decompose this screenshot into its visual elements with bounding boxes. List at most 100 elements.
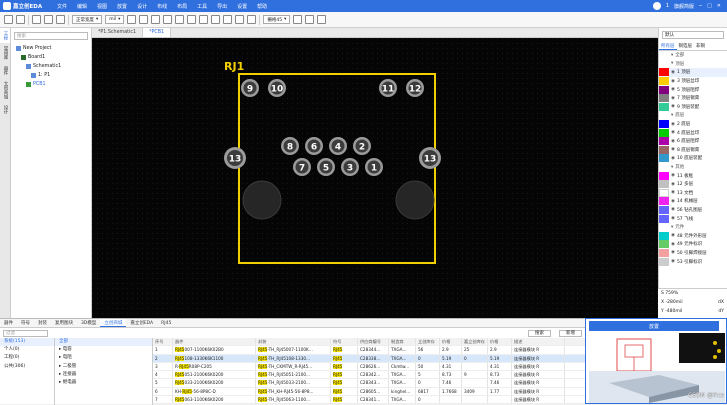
layer-color-swatch[interactable]: [659, 223, 669, 231]
pad[interactable]: 11: [379, 79, 397, 97]
doc-tab-1[interactable]: *PCB1: [143, 28, 172, 37]
table-row[interactable]: 4 RJ45051-2100K6K0200 RJ45-TH_RJ45051-2100…: [153, 371, 585, 380]
library-tab-2[interactable]: 封装: [34, 319, 51, 327]
edition-label[interactable]: 旗舰简版: [674, 3, 694, 10]
collapse-icon[interactable]: ▾: [671, 225, 673, 230]
left-tab-4[interactable]: 设计: [0, 102, 10, 117]
eye-icon[interactable]: ◉: [671, 233, 675, 238]
pad[interactable]: 4: [329, 137, 347, 155]
library-tab-3[interactable]: 复用图块: [51, 319, 77, 327]
place-button[interactable]: 放置: [589, 321, 719, 331]
copper-area-icon[interactable]: [223, 15, 233, 24]
layer-row[interactable]: ◉ 3 顶层丝印: [659, 77, 727, 86]
eye-icon[interactable]: ◉: [671, 242, 675, 247]
layer-group[interactable]: ▾ 其他: [659, 163, 727, 172]
eye-icon[interactable]: ◉: [671, 182, 675, 187]
dimension-icon[interactable]: [211, 15, 221, 24]
doc-tab-0[interactable]: *P1.Schematic1: [92, 28, 144, 37]
close-icon[interactable]: ✕: [717, 3, 721, 9]
layer-row[interactable]: ◉ 6 底层阻焊: [659, 137, 727, 146]
tree-item[interactable]: Schematic1: [11, 62, 91, 71]
library-source-item[interactable]: 系统(153): [0, 338, 54, 347]
mounting-hole[interactable]: [395, 180, 435, 220]
select-icon[interactable]: [56, 15, 65, 24]
eye-icon[interactable]: ◉: [671, 190, 675, 195]
library-tab-7[interactable]: RJ45: [157, 319, 175, 327]
menu-item-0[interactable]: 文件: [52, 3, 72, 10]
eye-icon[interactable]: ◉: [671, 156, 675, 161]
settings-icon[interactable]: [317, 15, 327, 24]
collapse-icon[interactable]: ▾: [671, 113, 673, 118]
layer-row[interactable]: ◉ 49 元件标识: [659, 240, 727, 249]
library-filter-input[interactable]: 过滤: [3, 329, 48, 337]
table-row[interactable]: 1 RJ45007-1100K6K02B0 RJ45-TH_RJ45007-1100…: [153, 346, 585, 355]
table-header-cell[interactable]: 嘉立创库存: [462, 338, 488, 346]
route-icon[interactable]: [127, 15, 137, 24]
layer-group[interactable]: ▾ 顶层: [659, 60, 727, 69]
rectangle-icon[interactable]: [187, 15, 197, 24]
tree-item[interactable]: New Project: [11, 44, 91, 53]
table-row[interactable]: 6 KH-RJ45-56-8P8C-D RJ45-TH_KH-RJ45-56-8P8…: [153, 387, 585, 397]
menu-item-3[interactable]: 放置: [112, 3, 132, 10]
library-tab-4[interactable]: 3D模型: [77, 319, 100, 327]
grid-select[interactable]: 栅格45 ▾: [263, 15, 291, 24]
menu-item-2[interactable]: 视图: [92, 3, 112, 10]
pad[interactable]: 8: [281, 137, 299, 155]
maximize-icon[interactable]: □: [707, 3, 712, 9]
library-source-item[interactable]: 个人(0): [0, 346, 54, 354]
undo-icon[interactable]: [32, 15, 41, 24]
save-icon[interactable]: [16, 15, 25, 24]
eye-icon[interactable]: ◉: [671, 130, 675, 135]
layer-color-swatch[interactable]: [659, 248, 669, 257]
layer-row[interactable]: ◉ 13 文档: [659, 188, 727, 198]
layer-row[interactable]: ◉ 2 底层: [659, 120, 727, 129]
drc-icon[interactable]: [293, 15, 303, 24]
eye-icon[interactable]: ◉: [671, 139, 675, 144]
menu-item-4[interactable]: 设计: [132, 3, 152, 10]
measure-icon[interactable]: [247, 15, 257, 24]
library-tab-0[interactable]: 器件: [0, 319, 17, 327]
layer-row[interactable]: ◉ 57 飞线: [659, 214, 727, 223]
pad[interactable]: 10: [268, 79, 286, 97]
layer-group[interactable]: ▾ 全部: [659, 51, 727, 60]
layer-color-swatch[interactable]: [659, 163, 669, 171]
library-category-item[interactable]: ▸ 继电器: [55, 379, 152, 387]
layer-row[interactable]: ◉ 10 底层装配: [659, 154, 727, 163]
layer-preset-select[interactable]: 默认: [662, 31, 724, 39]
library-tab-6[interactable]: 嘉立创EDA: [126, 319, 157, 327]
layer-tab-1[interactable]: 铜箔层: [677, 42, 695, 50]
library-source-item[interactable]: 公共(306): [0, 363, 54, 371]
layer-row[interactable]: ◉ 5 顶层阻焊: [659, 85, 727, 94]
pad[interactable]: 3: [341, 158, 359, 176]
pad[interactable]: 7: [293, 158, 311, 176]
table-header-cell[interactable]: 供应商编号: [358, 338, 389, 346]
layer-row[interactable]: ◉ 14 机械层: [659, 197, 727, 206]
layer-row[interactable]: ◉ 53 引脚标识: [659, 257, 727, 266]
eye-icon[interactable]: ◉: [671, 250, 675, 255]
minimize-icon[interactable]: ─: [699, 3, 702, 9]
layer-color-swatch[interactable]: [659, 60, 669, 68]
layer-color-swatch[interactable]: [659, 137, 669, 146]
table-header-cell[interactable]: 价格: [488, 338, 512, 346]
layer-row[interactable]: ◉ 12 多层: [659, 180, 727, 189]
search-button[interactable]: 搜索: [528, 329, 551, 337]
eye-icon[interactable]: ◉: [671, 96, 675, 101]
table-header-cell[interactable]: 价格: [440, 338, 462, 346]
library-category-item[interactable]: ▸ 电容: [55, 346, 152, 354]
avatar[interactable]: [652, 2, 661, 10]
layer-color-swatch[interactable]: [659, 51, 669, 59]
layer-color-swatch[interactable]: [659, 128, 669, 137]
layer-row[interactable]: ◉ 8 底层锡膏: [659, 145, 727, 155]
eye-icon[interactable]: ◉: [671, 216, 675, 221]
menu-item-8[interactable]: 导出: [212, 3, 232, 10]
layer-color-swatch[interactable]: [659, 180, 669, 189]
menu-item-6[interactable]: 布局: [172, 3, 192, 10]
menu-item-10[interactable]: 帮助: [252, 3, 272, 10]
library-category-item[interactable]: ▸ 二极管: [55, 363, 152, 371]
pad[interactable]: 2: [353, 137, 371, 155]
user-badge[interactable]: 1: [666, 3, 669, 9]
footprint-designator[interactable]: RJ1: [224, 60, 244, 73]
eye-icon[interactable]: ◉: [671, 173, 675, 178]
tree-item[interactable]: PCB1: [11, 80, 91, 89]
project-search-input[interactable]: 搜索: [14, 32, 88, 40]
